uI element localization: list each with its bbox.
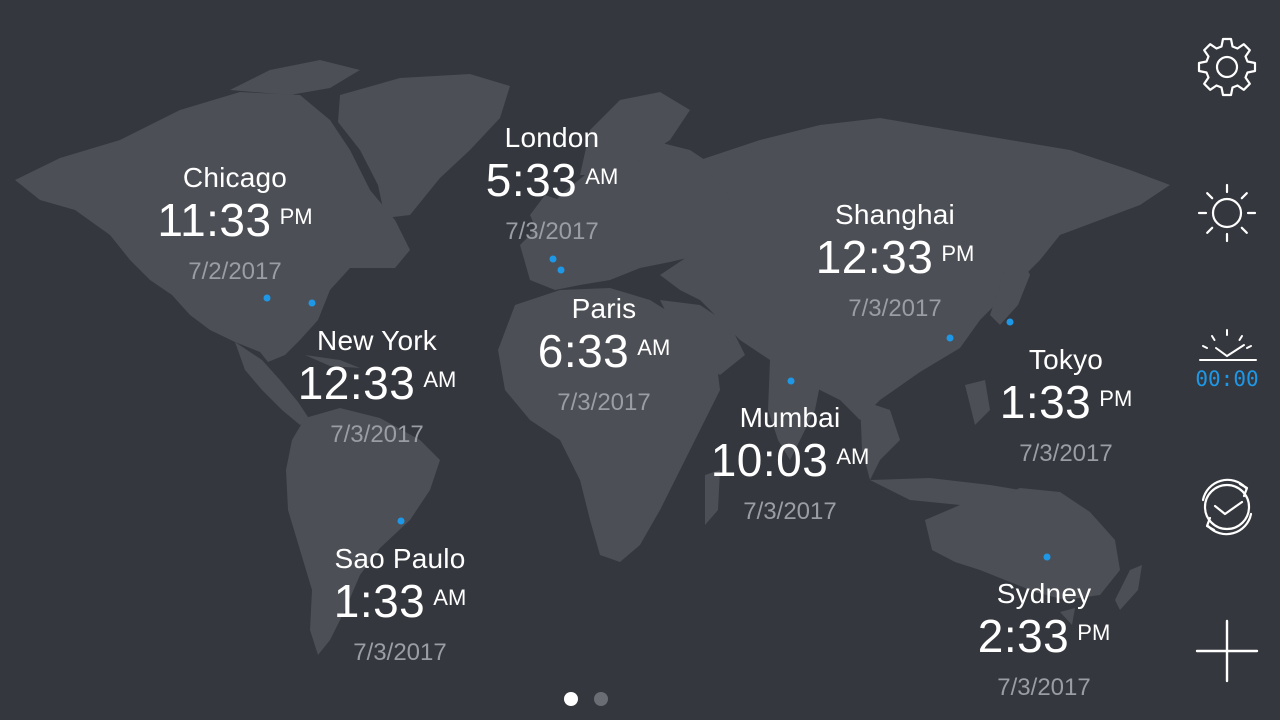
city-ampm: AM <box>836 444 870 469</box>
city-ampm: AM <box>423 367 457 392</box>
city-time: 6:33 <box>537 325 630 377</box>
city-dot-new-york <box>308 299 316 307</box>
city-date: 7/3/2017 <box>1019 440 1113 467</box>
city-time: 12:33 <box>815 231 934 283</box>
city-ampm: AM <box>433 585 467 610</box>
gear-icon <box>1197 37 1257 97</box>
page-indicator[interactable] <box>564 692 608 706</box>
city-time: 1:33 <box>333 575 426 627</box>
city-date: 7/3/2017 <box>505 218 599 245</box>
city-time: 2:33 <box>977 610 1070 662</box>
city-date: 7/3/2017 <box>353 639 447 666</box>
city-clock-chicago[interactable]: Chicago 11:33 PM 7/2/2017 <box>157 162 312 287</box>
alarm-clock-button[interactable]: 00:00 <box>1194 328 1260 394</box>
city-date: 7/3/2017 <box>997 674 1091 701</box>
city-clock-sao-paulo[interactable]: Sao Paulo 1:33 AM 7/3/2017 <box>334 543 467 668</box>
city-date: 7/3/2017 <box>848 295 942 322</box>
city-name: Shanghai <box>835 199 955 230</box>
brightness-button[interactable] <box>1194 180 1260 246</box>
add-city-button[interactable] <box>1194 618 1260 684</box>
city-ampm: PM <box>1077 620 1111 645</box>
city-dot-sao-paulo <box>397 517 405 525</box>
sun-icon <box>1197 183 1257 243</box>
rotating-clock-icon <box>1201 478 1253 536</box>
city-date: 7/3/2017 <box>330 421 424 448</box>
city-ampm: PM <box>1099 386 1133 411</box>
city-dot-tokyo <box>1006 318 1014 326</box>
city-ampm: PM <box>279 204 313 229</box>
city-dot-sydney <box>1043 553 1051 561</box>
city-time: 1:33 <box>999 376 1092 428</box>
city-dot-mumbai <box>787 377 795 385</box>
city-time: 12:33 <box>297 357 416 409</box>
city-name: Sydney <box>996 578 1092 609</box>
page-dot-1[interactable] <box>564 692 578 706</box>
city-name: Paris <box>571 293 637 324</box>
city-name: Chicago <box>182 162 288 193</box>
city-date: 7/2/2017 <box>188 258 282 285</box>
city-name: Tokyo <box>1028 344 1104 375</box>
time-travel-button[interactable] <box>1194 474 1260 540</box>
city-clock-new-york[interactable]: New York 12:33 AM 7/3/2017 <box>298 325 457 450</box>
city-name: London <box>504 122 600 153</box>
landmass-new-zealand <box>1115 565 1142 610</box>
city-time: 10:03 <box>710 434 829 486</box>
city-ampm: AM <box>637 335 671 360</box>
page-dot-2[interactable] <box>594 692 608 706</box>
city-ampm: AM <box>585 164 619 189</box>
city-date: 7/3/2017 <box>743 498 837 525</box>
city-dot-london <box>549 255 557 263</box>
city-dot-paris <box>557 266 565 274</box>
city-name: New York <box>317 325 437 356</box>
landmass-arctic-islands <box>230 60 360 95</box>
city-name: Sao Paulo <box>334 543 466 574</box>
city-clock-shanghai[interactable]: Shanghai 12:33 PM 7/3/2017 <box>816 199 975 324</box>
city-clock-tokyo[interactable]: Tokyo 1:33 PM 7/3/2017 <box>1000 344 1133 469</box>
city-time: 11:33 <box>157 194 272 246</box>
city-clock-sydney[interactable]: Sydney 2:33 PM 7/3/2017 <box>978 578 1111 703</box>
city-dot-chicago <box>263 294 271 302</box>
city-clock-london[interactable]: London 5:33 AM 7/3/2017 <box>486 122 619 247</box>
city-ampm: PM <box>941 241 975 266</box>
city-dot-shanghai <box>946 334 954 342</box>
alarm-clock-icon: 00:00 <box>1195 329 1259 391</box>
settings-button[interactable] <box>1194 35 1260 101</box>
landmass-philippines <box>965 380 990 425</box>
city-clock-paris[interactable]: Paris 6:33 AM 7/3/2017 <box>538 293 671 418</box>
city-clock-mumbai[interactable]: Mumbai 10:03 AM 7/3/2017 <box>711 402 870 527</box>
alarm-digital-text: 00:00 <box>1195 367 1258 391</box>
city-time: 5:33 <box>485 154 578 206</box>
city-date: 7/3/2017 <box>557 389 651 416</box>
plus-icon <box>1195 619 1259 683</box>
city-name: Mumbai <box>739 402 841 433</box>
